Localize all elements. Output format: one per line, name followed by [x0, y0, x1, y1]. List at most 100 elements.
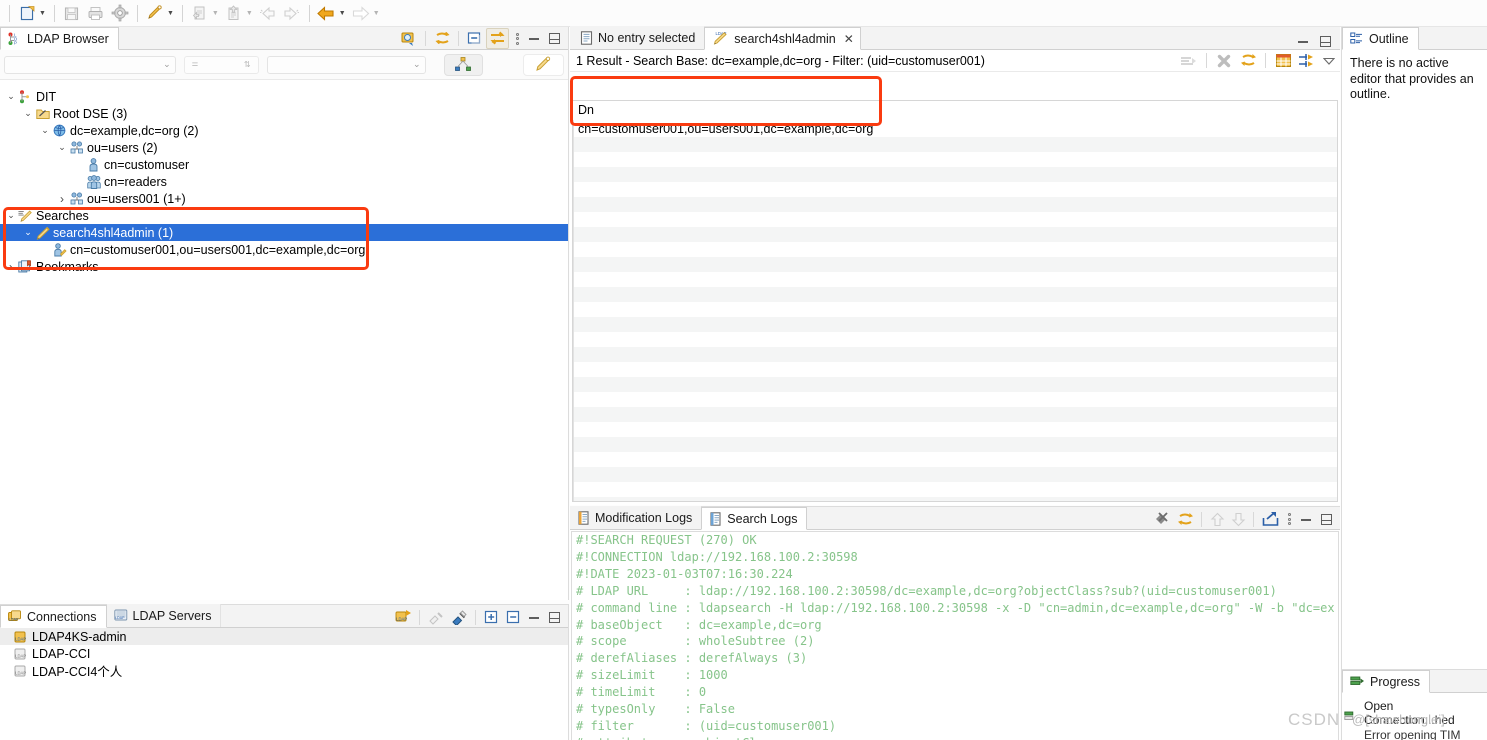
chevron-right-icon[interactable]: › [55, 192, 69, 206]
connection-list-item[interactable]: LDAP LDAP4KS-admin [0, 628, 568, 645]
search-log-content[interactable]: #!SEARCH REQUEST (270) OK #!CONNECTION l… [571, 531, 1339, 740]
logs-view: Modification Logs Search Logs #!SEARCH R… [570, 506, 1340, 740]
tree-item-root-dse-3-[interactable]: ⌄ Root DSE (3) [0, 105, 568, 122]
view-menu-dropdown-icon[interactable] [1320, 53, 1337, 68]
chevron-down-icon[interactable]: ▼ [167, 10, 174, 17]
dit-icon [18, 89, 33, 104]
progress-icon [1350, 675, 1365, 688]
chevron-down-icon[interactable]: ⌄ [38, 125, 52, 136]
clear-log-icon[interactable] [1151, 509, 1173, 529]
refresh-icon[interactable] [431, 29, 453, 49]
tree-item-cn-customuser001-ou-users001-dc-example-dc-org[interactable]: cn=customuser001,ou=users001,dc=example,… [0, 241, 568, 258]
refresh-icon[interactable] [1237, 51, 1259, 71]
forward-history-icon [350, 2, 372, 24]
chevron-down-icon[interactable]: ⌄ [4, 210, 18, 221]
collapse-all-icon[interactable] [503, 607, 524, 627]
browser-quick-filter: ⌄ = ⇅ ⌄ [0, 50, 568, 80]
export-log-icon[interactable] [1259, 509, 1281, 529]
minimize-view-button[interactable] [1297, 512, 1315, 527]
view-menu-icon[interactable] [1282, 512, 1296, 527]
tab-modification-logs[interactable]: Modification Logs [570, 506, 702, 529]
new-search-button[interactable] [522, 53, 564, 76]
minimize-view-button[interactable] [525, 31, 543, 46]
tab-label: Outline [1369, 31, 1409, 46]
tree-item-dit[interactable]: ⌄ DIT [0, 88, 568, 105]
connections-icon: LDAP [8, 610, 22, 623]
tab-search-logs[interactable]: Search Logs [701, 507, 808, 530]
tab-connections[interactable]: LDAP Connections [0, 605, 107, 628]
outline-message: There is no active editor that provides … [1350, 56, 1474, 101]
maximize-editor-button[interactable] [1314, 34, 1336, 49]
filter-attribute-combo[interactable]: ⌄ [4, 55, 176, 74]
chevron-down-icon[interactable]: ⌄ [4, 91, 18, 102]
minimize-editor-button[interactable] [1293, 34, 1313, 49]
ldap-tree[interactable]: ⌄ DIT ⌄ Root DSE (3) ⌄ dc=example,dc=org (2) ⌄… [0, 88, 568, 600]
link-toggle-icon[interactable] [486, 28, 509, 49]
filter-value-combo[interactable]: ⌄ [266, 55, 426, 74]
refresh-icon[interactable] [1174, 509, 1196, 529]
maximize-view-button[interactable] [544, 610, 564, 625]
next-page-icon[interactable] [1296, 51, 1318, 71]
chevron-down-icon[interactable]: ⌄ [21, 227, 35, 238]
chevron-down-icon[interactable]: ▼ [246, 10, 253, 17]
minimize-view-button[interactable] [525, 610, 543, 625]
tab-search4shl4admin[interactable]: LDAP search4shl4admin ✕ [704, 27, 861, 50]
tab-progress[interactable]: Progress [1342, 670, 1431, 693]
tree-item-search4shl4admin-1-[interactable]: ⌄ search4shl4admin (1) [0, 224, 568, 241]
filter-toggle-button[interactable] [443, 53, 483, 76]
filter-operator-select[interactable]: = ⇅ [183, 55, 259, 74]
connection-list-item[interactable]: LDAP LDAP-CCI [0, 645, 568, 662]
chevron-down-icon[interactable]: ▼ [39, 10, 46, 17]
back-history-icon[interactable] [316, 2, 338, 24]
new-connection-icon[interactable]: LDAP [392, 607, 414, 627]
logs-tabbar: Modification Logs Search Logs [570, 506, 1340, 530]
tree-item-dc-example-dc-org-2-[interactable]: ⌄ dc=example,dc=org (2) [0, 122, 568, 139]
connection-list-item[interactable]: LDAP LDAP-CCI4个人 [0, 662, 568, 679]
maximize-view-button[interactable] [544, 31, 564, 46]
result-toolbar [1178, 51, 1340, 71]
preferences-gear-icon[interactable] [109, 2, 131, 24]
table-empty-row [573, 302, 1337, 317]
tree-item-ou-users-2-[interactable]: ⌄ ou=users (2) [0, 139, 568, 156]
maximize-view-button[interactable] [1316, 512, 1336, 527]
tree-item-cn-customuser[interactable]: cn=customuser [0, 156, 568, 173]
tab-no-entry-selected[interactable]: No entry selected [570, 26, 705, 49]
table-header-row: Dn [573, 101, 1337, 120]
chevron-down-icon[interactable]: ⌄ [21, 108, 35, 119]
tab-label: Search Logs [727, 511, 798, 526]
outline-tabbar: Outline [1342, 27, 1487, 50]
watermark-user: @[shawhonglei] [1352, 712, 1445, 727]
chevron-right-icon[interactable]: › [4, 260, 18, 274]
chevron-down-icon[interactable]: ▼ [212, 10, 219, 17]
new-search-icon[interactable] [144, 2, 166, 24]
tab-ldap-servers[interactable]: LDAP LDAP Servers [106, 604, 222, 627]
tree-item-ou-users001-1-[interactable]: › ou=users001 (1+) [0, 190, 568, 207]
chevron-down-icon[interactable]: ⌄ [55, 142, 69, 153]
view-menu-icon[interactable] [510, 31, 524, 46]
chevron-down-icon[interactable]: ▼ [373, 10, 380, 17]
link-with-editor-icon[interactable] [398, 29, 420, 49]
search-result-table[interactable]: Dn cn=customuser001,ou=users001,dc=examp… [572, 100, 1338, 502]
expand-all-icon[interactable] [481, 607, 502, 627]
collapse-all-icon[interactable] [464, 29, 485, 49]
chevron-down-icon[interactable]: ▼ [339, 10, 346, 17]
tab-ldap-browser[interactable]: L D P LDAP Browser [0, 27, 119, 50]
tree-item-searches[interactable]: ⌄ Searches [0, 207, 568, 224]
back-disabled-icon [257, 2, 279, 24]
search-icon [35, 225, 50, 240]
table-row[interactable]: cn=customuser001,ou=users001,dc=example,… [573, 120, 1337, 137]
export-icon [223, 2, 245, 24]
table-empty-row [573, 452, 1337, 467]
connections-list[interactable]: LDAP LDAP4KS-admin LDAP LDAP-CCI LDAP LDAP-CC… [0, 628, 568, 679]
table-layout-icon[interactable] [1272, 51, 1294, 71]
connect-icon[interactable] [448, 607, 470, 627]
tree-item-bookmarks[interactable]: › Bookmarks [0, 258, 568, 275]
tab-outline[interactable]: Outline [1342, 27, 1419, 50]
main-toolbar: ▼ ▼ ▼ ▼ ▼ ▼ [0, 0, 1487, 27]
tree-item-cn-readers[interactable]: cn=readers [0, 173, 568, 190]
new-icon[interactable] [16, 2, 38, 24]
result-summary-bar: 1 Result - Search Base: dc=example,dc=or… [570, 50, 1340, 72]
close-icon[interactable]: ✕ [844, 32, 854, 46]
column-divider [573, 120, 574, 501]
ldap-browser-toolbar [398, 28, 568, 49]
